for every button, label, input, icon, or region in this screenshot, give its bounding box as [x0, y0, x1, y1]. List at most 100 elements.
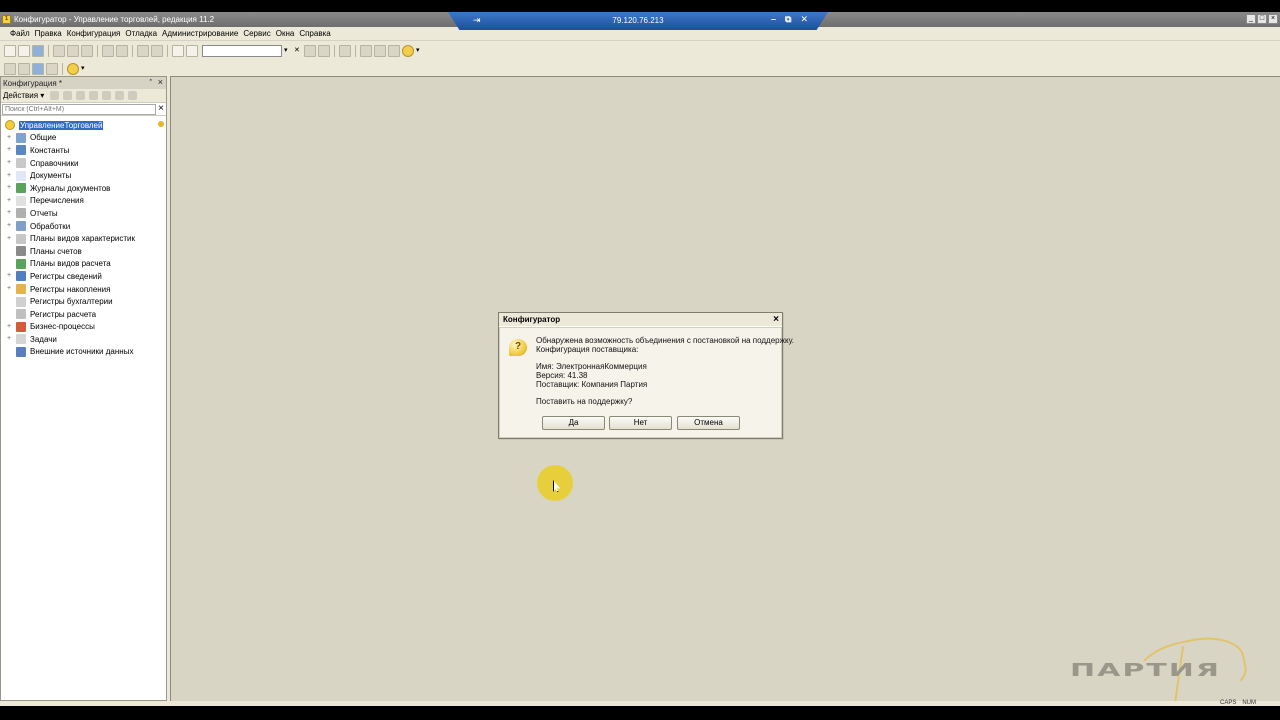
- wizard-icon[interactable]: [388, 44, 400, 57]
- menu-administration[interactable]: Администрирование: [160, 29, 240, 38]
- run-debug-icon[interactable]: [67, 62, 79, 75]
- tree-item[interactable]: + Отчеты: [1, 207, 166, 220]
- expand-icon[interactable]: +: [5, 235, 13, 243]
- menu-help[interactable]: Справка: [297, 29, 332, 38]
- tree-item-label: Планы счетов: [30, 246, 82, 256]
- expand-icon[interactable]: +: [5, 209, 13, 217]
- tree-item[interactable]: + Документы: [1, 169, 166, 182]
- tree-item[interactable]: + Планы видов характеристик: [1, 232, 166, 245]
- expand-icon[interactable]: +: [5, 197, 13, 205]
- actions-menu[interactable]: Действия ▾: [3, 91, 44, 100]
- config-compare-icon[interactable]: [46, 62, 58, 75]
- redo-icon[interactable]: [151, 44, 163, 57]
- syntax-icon[interactable]: [374, 44, 386, 57]
- tree-item[interactable]: + Задачи: [1, 333, 166, 346]
- tree-item-label: Регистры накопления: [30, 284, 111, 294]
- window-controls: _ □ ×: [1246, 14, 1278, 24]
- yes-button[interactable]: Да: [542, 416, 605, 430]
- toolbar-search-input[interactable]: [202, 44, 282, 57]
- copy-icon[interactable]: [67, 44, 79, 57]
- tree-item[interactable]: + Обработки: [1, 220, 166, 233]
- run-dropdown-icon[interactable]: ▾: [81, 63, 89, 75]
- tree-item-icon: [16, 334, 26, 345]
- remote-restore-icon[interactable]: ⧉: [785, 14, 791, 25]
- tree-item[interactable]: + Константы: [1, 144, 166, 157]
- search-clear-icon[interactable]: ✕: [294, 45, 302, 57]
- move-down-icon[interactable]: [115, 91, 125, 100]
- tree-item[interactable]: УправлениеТорговлей: [1, 119, 166, 132]
- panel-close-icon[interactable]: ×: [158, 77, 163, 87]
- remote-close-icon[interactable]: ✕: [800, 14, 808, 25]
- tree-item[interactable]: + Общие: [1, 132, 166, 145]
- preview-icon[interactable]: [116, 44, 128, 57]
- tree-item[interactable]: + Журналы документов: [1, 182, 166, 195]
- menu-edit[interactable]: Правка: [33, 29, 64, 38]
- tree-item[interactable]: + Перечисления: [1, 195, 166, 208]
- menu-debug[interactable]: Отладка: [123, 29, 159, 38]
- window-list-icon[interactable]: [339, 44, 351, 57]
- save-icon[interactable]: [32, 44, 44, 57]
- close-icon[interactable]: ×: [1268, 14, 1278, 24]
- search-dropdown-icon[interactable]: ▾: [284, 45, 292, 57]
- expand-icon: [5, 348, 13, 356]
- menu-file[interactable]: Файл: [8, 29, 32, 38]
- expand-icon[interactable]: +: [5, 222, 13, 230]
- expand-icon[interactable]: +: [5, 146, 13, 154]
- tools-icon[interactable]: [360, 44, 372, 57]
- tree-item[interactable]: Внешние источники данных: [1, 346, 166, 359]
- expand-icon[interactable]: +: [5, 184, 13, 192]
- cancel-button[interactable]: Отмена: [677, 416, 740, 430]
- open-icon[interactable]: [18, 44, 30, 57]
- tree-item[interactable]: + Справочники: [1, 157, 166, 170]
- find-next-icon[interactable]: [304, 44, 316, 57]
- delete-icon[interactable]: [89, 91, 99, 100]
- expand-icon[interactable]: +: [5, 172, 13, 180]
- minimize-icon[interactable]: _: [1246, 14, 1256, 24]
- undo-icon[interactable]: [137, 44, 149, 57]
- tree-item[interactable]: Регистры бухгалтерии: [1, 295, 166, 308]
- expand-icon[interactable]: +: [5, 134, 13, 142]
- tree-item[interactable]: Планы счетов: [1, 245, 166, 258]
- tree-search-input[interactable]: [2, 103, 156, 115]
- tree-item[interactable]: Планы видов расчета: [1, 258, 166, 271]
- config-save-icon[interactable]: [18, 62, 30, 75]
- expand-icon[interactable]: +: [5, 272, 13, 280]
- search-icon[interactable]: [186, 44, 198, 57]
- dialog-close-icon[interactable]: ×: [773, 313, 779, 327]
- paste-icon[interactable]: [81, 44, 93, 57]
- config-update-icon[interactable]: [32, 62, 44, 75]
- expand-icon[interactable]: +: [5, 323, 13, 331]
- sort-icon[interactable]: [128, 91, 138, 100]
- dialog-question: Поставить на поддержку?: [536, 397, 633, 406]
- find-prev-icon[interactable]: [318, 44, 330, 57]
- expand-icon[interactable]: +: [5, 285, 13, 293]
- menu-windows[interactable]: Окна: [274, 29, 297, 38]
- panel-pin-icon[interactable]: ▪: [150, 77, 152, 84]
- tree-item[interactable]: + Регистры сведений: [1, 270, 166, 283]
- find-icon[interactable]: [172, 44, 184, 57]
- edit-icon[interactable]: [63, 91, 73, 100]
- new-icon[interactable]: [4, 44, 16, 57]
- expand-icon[interactable]: +: [5, 335, 13, 343]
- no-button[interactable]: Нет: [609, 416, 672, 430]
- search-clear-icon[interactable]: ×: [158, 103, 164, 114]
- copy-item-icon[interactable]: [76, 91, 86, 100]
- info-dropdown-icon[interactable]: ▾: [416, 45, 424, 57]
- info-icon[interactable]: [402, 44, 414, 57]
- menu-configuration[interactable]: Конфигурация: [65, 29, 123, 38]
- tree-item[interactable]: Регистры расчета: [1, 308, 166, 321]
- move-up-icon[interactable]: [102, 91, 112, 100]
- tree-item-icon: [16, 296, 26, 307]
- tree-item[interactable]: + Регистры накопления: [1, 283, 166, 296]
- restore-icon[interactable]: □: [1257, 14, 1267, 24]
- tree-item-label: Отчеты: [30, 208, 58, 218]
- tree-item[interactable]: + Бизнес-процессы: [1, 321, 166, 334]
- add-icon[interactable]: [50, 91, 60, 100]
- cut-icon[interactable]: [53, 44, 65, 57]
- remote-minimize-icon[interactable]: –: [771, 14, 776, 25]
- menu-service[interactable]: Сервис: [241, 29, 272, 38]
- config-open-icon[interactable]: [4, 62, 16, 75]
- print-icon[interactable]: [102, 44, 114, 57]
- expand-icon[interactable]: +: [5, 159, 13, 167]
- tree-item-icon: [16, 158, 26, 169]
